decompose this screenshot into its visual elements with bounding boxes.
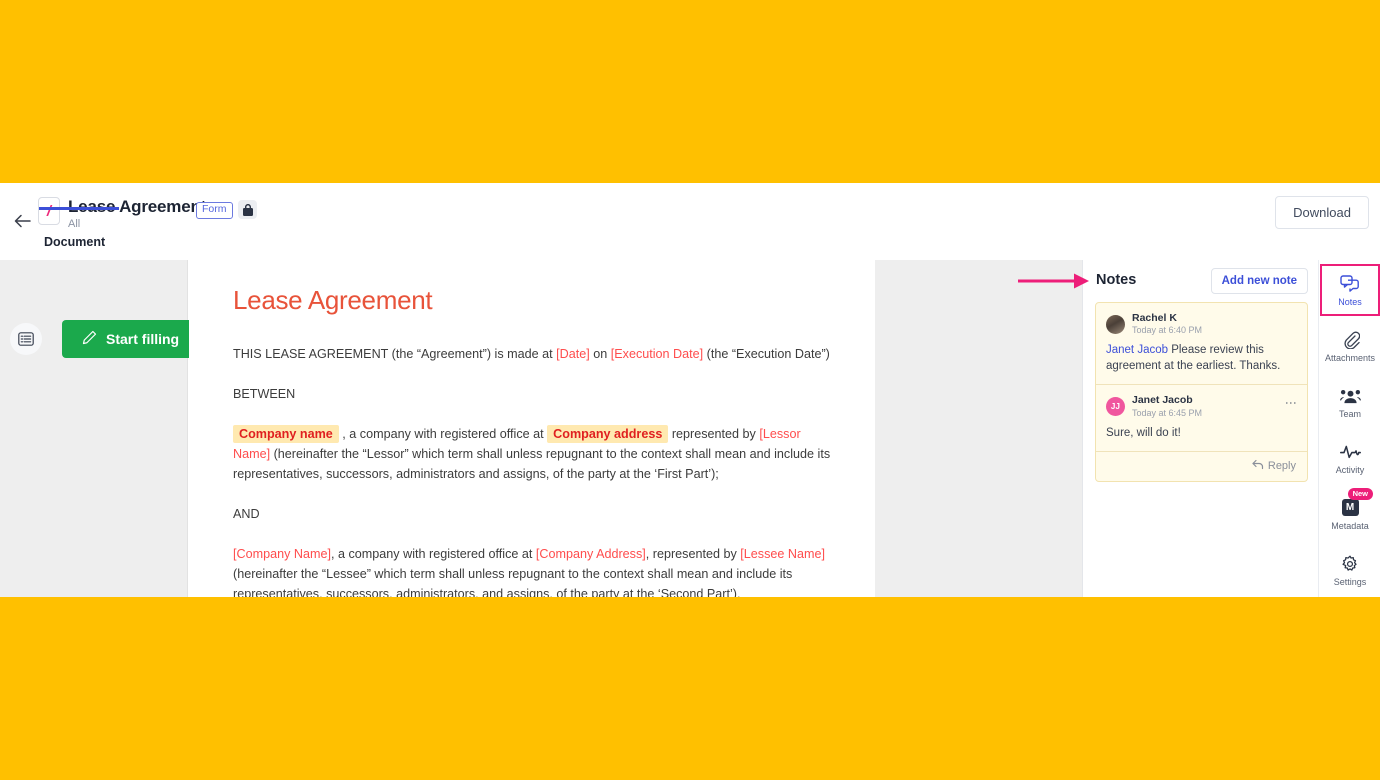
document-text: (the “Execution Date”) [703, 347, 830, 361]
bottom-orange-background [0, 597, 1380, 780]
document-text: , represented by [645, 547, 741, 561]
document-viewer[interactable]: Lease Agreement THIS LEASE AGREEMENT (th… [189, 260, 875, 597]
document-paragraph: Company name , a company with registered… [233, 424, 835, 484]
metadata-m-icon: M [1341, 499, 1359, 516]
document-paragraph-list: THIS LEASE AGREEMENT (the “Agreement”) i… [233, 344, 835, 597]
file-type-icon: / [38, 197, 60, 225]
page-subtitle: All [68, 218, 81, 230]
app-window: / Lease Agreement Form All Download Docu… [0, 183, 1380, 597]
reply-label: Reply [1267, 459, 1296, 472]
document-placeholder-field[interactable]: [Lessee Name] [740, 547, 825, 561]
tab-document[interactable]: Document [44, 235, 105, 256]
document-text: , a company with registered office at [331, 547, 536, 561]
rail-item-settings[interactable]: Settings [1320, 544, 1380, 596]
gear-icon [1341, 554, 1359, 574]
start-filling-button[interactable]: Start filling [62, 320, 200, 358]
avatar: JJ [1106, 397, 1125, 417]
note-options-kebab-icon[interactable]: ⋮ [1284, 397, 1298, 409]
document-page: Lease Agreement THIS LEASE AGREEMENT (th… [189, 260, 875, 597]
notes-chat-icon [1340, 274, 1360, 294]
rail-item-activity[interactable]: Activity [1320, 432, 1380, 484]
activity-pulse-icon [1339, 442, 1361, 462]
notes-title: Notes [1096, 272, 1137, 288]
document-text: on [589, 347, 611, 361]
paperclip-icon [1341, 330, 1360, 350]
top-orange-background [0, 0, 1380, 183]
note-text: Sure, will do it! [1106, 426, 1181, 439]
document-text: THIS LEASE AGREEMENT (the “Agreement”) i… [233, 347, 557, 361]
screenshot-root: / Lease Agreement Form All Download Docu… [0, 0, 1380, 780]
metadata-m-icon: M [1341, 498, 1359, 518]
note-timestamp: Today at 6:40 PM [1132, 325, 1203, 336]
document-paragraph: [Company Name], a company with registere… [233, 544, 835, 597]
document-placeholder-field[interactable]: [Execution Date] [611, 347, 703, 361]
note-item[interactable]: Rachel K Today at 6:40 PM Janet Jacob Pl… [1096, 303, 1307, 384]
note-author-row: Rachel K Today at 6:40 PM [1106, 312, 1297, 336]
tab-active-indicator [39, 207, 119, 210]
left-tools-pane: Start filling [0, 260, 200, 597]
document-filled-field[interactable]: Company name [233, 425, 339, 443]
avatar [1106, 314, 1125, 334]
rail-item-team[interactable]: Team [1320, 376, 1380, 428]
document-text: BETWEEN [233, 387, 296, 401]
note-author-row: JJ Janet Jacob Today at 6:45 PM ⋮ [1106, 394, 1298, 418]
note-item[interactable]: JJ Janet Jacob Today at 6:45 PM ⋮ Sure, … [1096, 385, 1307, 450]
document-heading: Lease Agreement [233, 285, 433, 315]
document-text: (hereinafter the “Lessee” which term sha… [233, 567, 793, 597]
note-thread-card: Rachel K Today at 6:40 PM Janet Jacob Pl… [1095, 302, 1308, 482]
note-timestamp: Today at 6:45 PM [1132, 407, 1203, 418]
new-badge: New [1347, 488, 1373, 500]
document-background-gap [875, 260, 1083, 597]
rail-item-notes[interactable]: Notes [1320, 264, 1380, 316]
rail-item-attachments[interactable]: Attachments [1320, 320, 1380, 372]
rail-item-metadata[interactable]: New M Metadata [1320, 488, 1380, 540]
file-icon-glyph: / [46, 202, 52, 220]
rail-item-label: Metadata [1331, 520, 1369, 531]
notes-header: Notes Add new note [1084, 260, 1319, 304]
document-placeholder-field[interactable]: [Company Name] [233, 547, 331, 561]
form-badge: Form [196, 202, 233, 219]
rail-item-label: Notes [1338, 296, 1362, 307]
team-people-icon [1339, 386, 1361, 406]
document-paragraph: BETWEEN [233, 384, 835, 404]
document-text: (hereinafter the “Lessor” which term sha… [233, 447, 831, 481]
note-mention[interactable]: Janet Jacob [1106, 344, 1168, 356]
note-author: Rachel K [1132, 312, 1177, 324]
add-new-note-button[interactable]: Add new note [1210, 268, 1308, 294]
lock-icon [238, 200, 257, 219]
reply-button[interactable]: Reply [1096, 452, 1307, 481]
rail-item-label: Team [1338, 408, 1361, 419]
start-filling-label: Start filling [106, 331, 180, 347]
app-header: / Lease Agreement Form All Download Docu… [0, 183, 1380, 260]
notes-panel: Notes Add new note Rachel K Today at 6:4… [1084, 260, 1319, 597]
document-placeholder-field[interactable]: [Company Address] [536, 547, 646, 561]
document-text: , a company with registered office at [338, 427, 548, 441]
rail-item-label: Activity [1335, 464, 1365, 475]
download-button[interactable]: Download [1275, 196, 1369, 229]
document-text: AND [233, 507, 260, 521]
back-arrow-icon[interactable] [10, 209, 34, 233]
document-placeholder-field[interactable]: [Date] [556, 347, 590, 361]
document-paragraph: THIS LEASE AGREEMENT (the “Agreement”) i… [233, 344, 835, 364]
body-area: Start filling Lease Agreement THIS LEASE… [0, 260, 1380, 597]
rail-item-label: Attachments [1324, 352, 1376, 363]
document-paragraph: AND [233, 504, 835, 524]
document-filled-field[interactable]: Company address [547, 425, 669, 443]
document-text: represented by [668, 427, 760, 441]
rail-item-label: Settings [1333, 576, 1367, 587]
pen-icon [82, 330, 97, 348]
note-author: Janet Jacob [1132, 394, 1193, 407]
table-of-contents-icon[interactable] [10, 323, 42, 355]
note-text: Janet Jacob Please review this agreement… [1106, 342, 1297, 374]
right-rail: Notes Attachments Team Activity New M Metadata… [1320, 260, 1380, 597]
reply-arrow-icon [1252, 459, 1264, 473]
